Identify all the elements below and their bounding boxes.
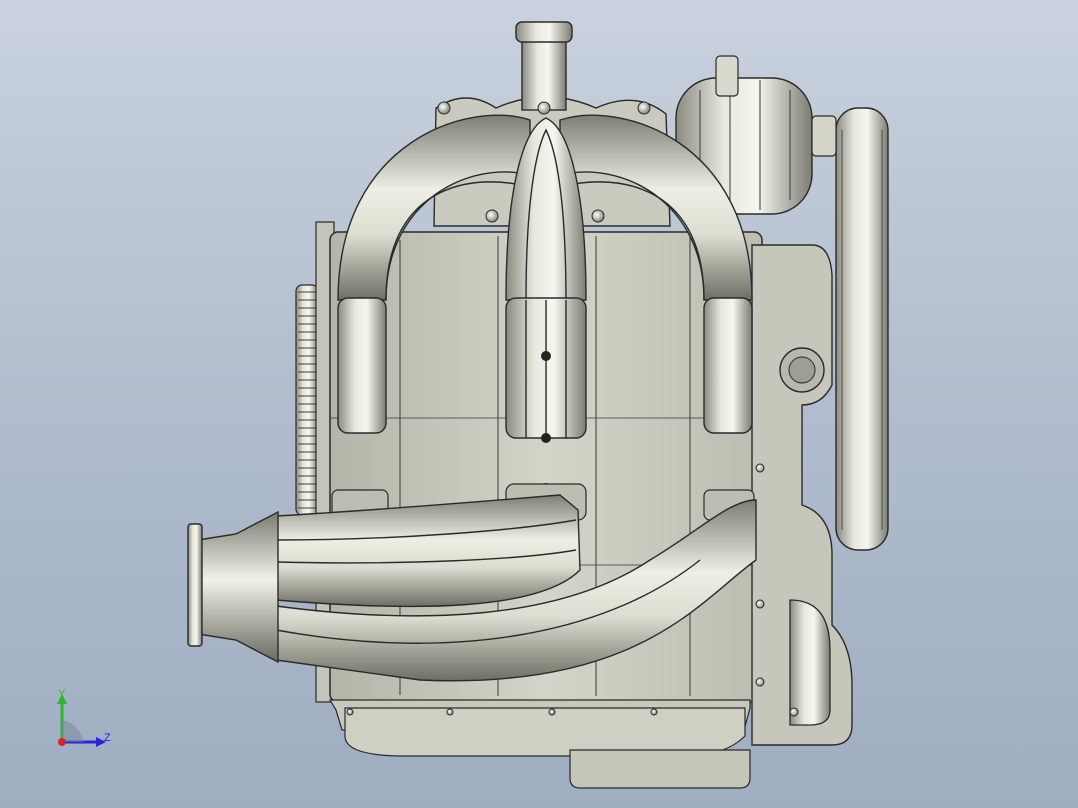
y-axis-label: Y [58, 688, 66, 700]
sensor-bolt [541, 351, 551, 361]
x-axis [58, 738, 66, 746]
coordinate-triad: Y Z [40, 680, 130, 760]
drive-pulley[interactable] [835, 107, 889, 551]
engine-model[interactable] [0, 0, 1078, 808]
z-axis-label: Z [104, 732, 111, 744]
graphics-viewport[interactable]: Y Z [0, 0, 1078, 808]
sensor-bolt [541, 433, 551, 443]
exhaust-collector[interactable] [187, 510, 279, 664]
axis-triad-icon [57, 694, 106, 747]
